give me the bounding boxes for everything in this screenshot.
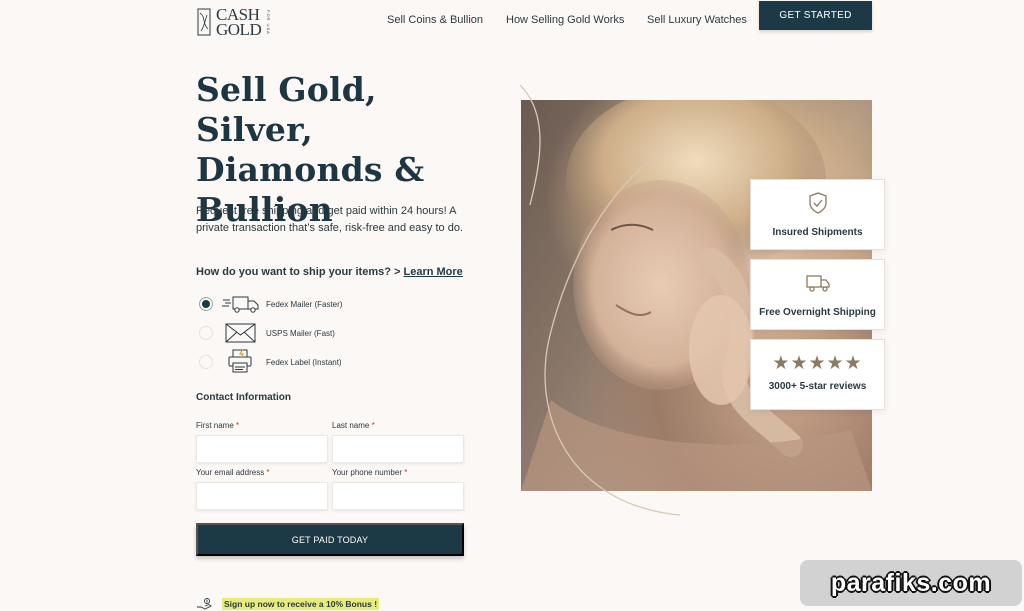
radio-fedex-mailer[interactable]: [199, 297, 213, 311]
money-hand-icon: [197, 598, 212, 610]
required-mark: *: [266, 468, 270, 477]
shipping-option-fedex-label[interactable]: Fedex Label (Instant): [199, 348, 342, 373]
contact-heading: Contact Information: [196, 392, 291, 403]
stars-icon: ★★★★★: [772, 353, 863, 374]
logo[interactable]: CASH GOLD FOR USA: [196, 4, 276, 40]
shipping-question-text: How do you want to ship your items? >: [196, 266, 401, 278]
required-mark: *: [371, 421, 375, 430]
first-name-input[interactable]: [196, 435, 328, 463]
feature-label: Free Overnight Shipping: [759, 307, 876, 318]
bonus-banner: Sign up now to receive a 10% Bonus !: [196, 597, 380, 611]
required-mark: *: [404, 468, 408, 477]
watermark: parafiks.com: [800, 560, 1022, 606]
last-name-label-text: Last name: [332, 421, 370, 430]
email-input[interactable]: [196, 482, 328, 510]
phone-label-text: Your phone number: [332, 468, 402, 477]
nav-sell-luxury-watches[interactable]: Sell Luxury Watches: [647, 14, 747, 26]
get-paid-today-button[interactable]: GET PAID TODAY: [196, 523, 464, 556]
learn-more-link[interactable]: Learn More: [404, 266, 463, 278]
logo-side-text: FOR USA: [266, 9, 272, 35]
watermark-text: parafiks.com: [830, 568, 992, 597]
delivery-truck-icon: [222, 296, 259, 313]
decorative-swirl: [519, 85, 681, 516]
radio-fedex-label[interactable]: [199, 355, 213, 369]
logo-text-bottom: GOLD: [216, 20, 262, 39]
phone-input[interactable]: [332, 482, 464, 510]
shipping-option-usps-mailer[interactable]: USPS Mailer (Fast): [199, 322, 335, 344]
envelope-icon: [225, 323, 256, 343]
email-label-text: Your email address: [196, 468, 265, 477]
printer-icon: [228, 348, 252, 373]
feature-label: 3000+ 5-star reviews: [768, 381, 867, 392]
nav-how-selling-gold-works[interactable]: How Selling Gold Works: [506, 14, 624, 26]
shipping-option-label: Fedex Mailer (Faster): [266, 299, 343, 309]
shipping-option-label: USPS Mailer (Fast): [266, 328, 335, 338]
radio-usps-mailer[interactable]: [199, 326, 213, 340]
logo-mark-icon: [197, 8, 211, 36]
first-name-label-text: First name: [196, 421, 234, 430]
bonus-text: Sign up now to receive a 10% Bonus !: [222, 598, 380, 610]
shield-check-icon: [808, 192, 827, 214]
nav-sell-coins-bullion[interactable]: Sell Coins & Bullion: [387, 14, 483, 26]
truck-icon: [805, 275, 830, 292]
get-started-button[interactable]: GET STARTED: [759, 1, 872, 30]
phone-label: Your phone number *: [332, 468, 407, 477]
shipping-option-fedex-mailer[interactable]: Fedex Mailer (Faster): [199, 293, 342, 315]
first-name-label: First name *: [196, 421, 239, 430]
hero-subtitle: Request free shipping and get paid withi…: [196, 205, 463, 234]
shipping-question: How do you want to ship your items? > Le…: [196, 266, 463, 278]
feature-card-reviews: ★★★★★ 3000+ 5-star reviews: [750, 339, 885, 410]
feature-card-free-shipping: Free Overnight Shipping: [750, 259, 885, 330]
email-label: Your email address *: [196, 468, 270, 477]
shipping-option-label: Fedex Label (Instant): [266, 357, 342, 367]
last-name-label: Last name *: [332, 421, 375, 430]
last-name-input[interactable]: [332, 435, 464, 463]
required-mark: *: [236, 421, 240, 430]
feature-card-insured: Insured Shipments: [750, 179, 885, 250]
feature-label: Insured Shipments: [772, 227, 863, 238]
